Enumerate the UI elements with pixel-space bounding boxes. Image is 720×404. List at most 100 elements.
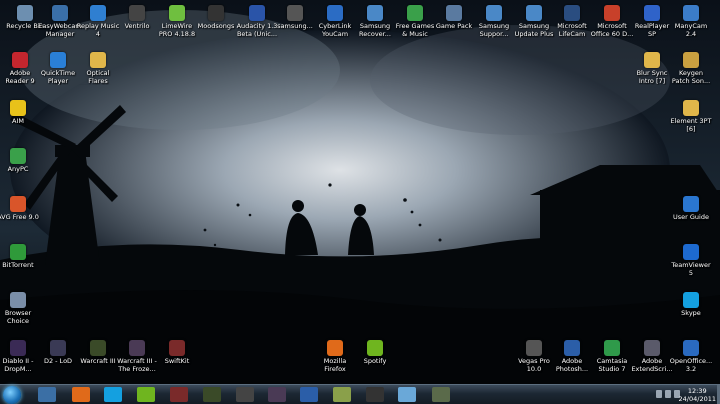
desktop-shortcut[interactable]: Spotify [353,340,397,366]
youcam-icon [327,5,343,21]
samsung-recovery-icon [367,5,383,21]
realplayer-icon [644,5,660,21]
moodsongs-icon [208,5,224,21]
desktop-shortcut[interactable]: D2 - LoD [36,340,80,366]
desktop-shortcut[interactable]: SwiftKit [155,340,199,366]
desktop-shortcut[interactable]: Game Pack [432,5,476,31]
desktop-shortcut[interactable]: Mozilla Firefox [313,340,357,373]
skype-icon[interactable] [104,387,122,402]
desktop-shortcut-label: Adobe Photosh... [555,358,589,373]
desktop-shortcut[interactable]: User Guide [669,196,713,222]
desktop-shortcut[interactable]: Element 3PT [6] [669,100,713,133]
bittorrent-icon [10,244,26,260]
window-icon[interactable] [398,387,416,402]
desktop-shortcut[interactable]: Ventrilo [115,5,159,31]
warcraft-icon [90,340,106,356]
desktop-shortcut-label: Warcraft III [80,358,116,365]
terminal-icon[interactable] [366,387,384,402]
desktop-shortcut-label: AnyPC [7,166,29,173]
lifecam-icon [564,5,580,21]
desktop-shortcut-label: Game Pack [435,23,473,30]
camtasia-icon [604,340,620,356]
photoshop-icon [564,340,580,356]
desktop-shortcut[interactable]: Warcraft III - The Froze... [115,340,159,373]
desktop-shortcut[interactable]: Microsoft Office 60 D... [590,5,634,38]
desktop-shortcut-label: User Guide [673,214,709,221]
desktop-shortcut[interactable]: Keygen Patch Son... [669,52,713,85]
desktop-shortcut[interactable]: AIM [0,100,40,126]
desktop-shortcut[interactable]: Adobe ExtendScri... [630,340,674,373]
desktop-shortcut[interactable]: Samsung Recover... [353,5,397,38]
desktop-shortcut[interactable]: Blur Sync Intro [7] [630,52,674,85]
audacity-icon [249,5,265,21]
folder-icon [683,100,699,116]
desktop-shortcut-label: Ventrilo [124,23,150,30]
desktop-shortcut[interactable]: Optical Flares precreate... [76,52,120,85]
network-icon[interactable] [665,390,671,398]
signal-icon[interactable] [656,390,662,398]
desktop-shortcut[interactable]: AnyPC [0,148,40,174]
desktop-shortcut[interactable]: TeamViewer 5 [669,244,713,277]
desktop-shortcut[interactable]: Replay Music 4 [76,5,120,38]
tools-icon[interactable] [432,387,450,402]
start-button[interactable] [3,386,21,404]
warcraft-frozen-icon[interactable] [268,387,286,402]
clock[interactable]: 12:39 24/04/2011 [679,387,716,403]
photoshop-icon[interactable] [300,387,318,402]
desktop-shortcut[interactable]: OpenOffice... 3.2 [669,340,713,373]
desktop[interactable]: Recycle Bin EasyWebcam Manager Replay Musi… [0,0,720,384]
adobe-reader-icon [12,52,28,68]
desktop-shortcut[interactable]: Samsung Suppor... [472,5,516,38]
desktop-shortcut[interactable]: CyberLink YouCam [313,5,357,38]
desktop-shortcut[interactable]: Moodsongs [194,5,238,31]
camera-icon [287,5,303,21]
vegas-icon [526,340,542,356]
samsung-support-icon [486,5,502,21]
desktop-shortcut-label: Adobe ExtendScri... [631,358,673,373]
desktop-shortcut[interactable]: Camtasia Studio 7 [590,340,634,373]
browser-choice-icon [10,292,26,308]
game-icon[interactable] [236,387,254,402]
desktop-shortcut[interactable]: Adobe Photosh... [550,340,594,373]
office-icon [604,5,620,21]
folder-icon [90,52,106,68]
desktop-shortcut[interactable]: RealPlayer SP [630,5,674,38]
desktop-shortcut[interactable]: QuickTime Player [36,52,80,85]
desktop-shortcut[interactable]: Browser Choice [0,292,40,325]
avg-icon [10,196,26,212]
firefox-icon[interactable] [72,387,90,402]
desktop-shortcut[interactable]: samsung... [273,5,317,31]
desktop-shortcut-label: Spotify [363,358,387,365]
app-icon[interactable] [170,387,188,402]
desktop-shortcut-label: AIM [12,118,24,125]
desktop-shortcut[interactable]: BitTorrent [0,244,40,270]
desktop-shortcut[interactable]: Warcraft III [76,340,120,366]
desktop-shortcut-label: Samsung Recover... [359,23,391,38]
desktop-shortcut-label: samsung... [277,23,313,30]
spotify-icon[interactable] [137,387,155,402]
network-users-icon[interactable] [38,387,56,402]
keygen-icon [683,52,699,68]
desktop-shortcut[interactable]: AVG Free 9.0 [0,196,40,222]
desktop-shortcut-label: Samsung Suppor... [478,23,510,38]
desktop-shortcut-label: Blur Sync Intro [7] [636,70,668,85]
samsung-update-icon [526,5,542,21]
desktop-shortcut-label: SwiftKit [164,358,190,365]
extendscript-icon [644,340,660,356]
webcam-icon [52,5,68,21]
desktop-shortcut-label: OpenOffice... 3.2 [669,358,713,373]
desktop-shortcut[interactable]: LimeWire PRO 4.18.8 [155,5,199,38]
desktop-shortcut[interactable]: Microsoft LifeCam [550,5,594,38]
desktop-shortcut[interactable]: Diablo II - DropM... [0,340,40,373]
spotify-icon [367,340,383,356]
notepad-icon[interactable] [333,387,351,402]
warcraft-icon[interactable] [203,387,221,402]
warcraft-frozen-icon [129,340,145,356]
desktop-shortcut[interactable]: Skype [669,292,713,318]
system-tray[interactable] [656,390,680,398]
desktop-shortcut[interactable]: Free Games & Music [393,5,437,38]
d2-icon [50,340,66,356]
desktop-shortcut[interactable]: ManyCam 2.4 [669,5,713,38]
manycam-icon [683,5,699,21]
openoffice-icon [683,340,699,356]
